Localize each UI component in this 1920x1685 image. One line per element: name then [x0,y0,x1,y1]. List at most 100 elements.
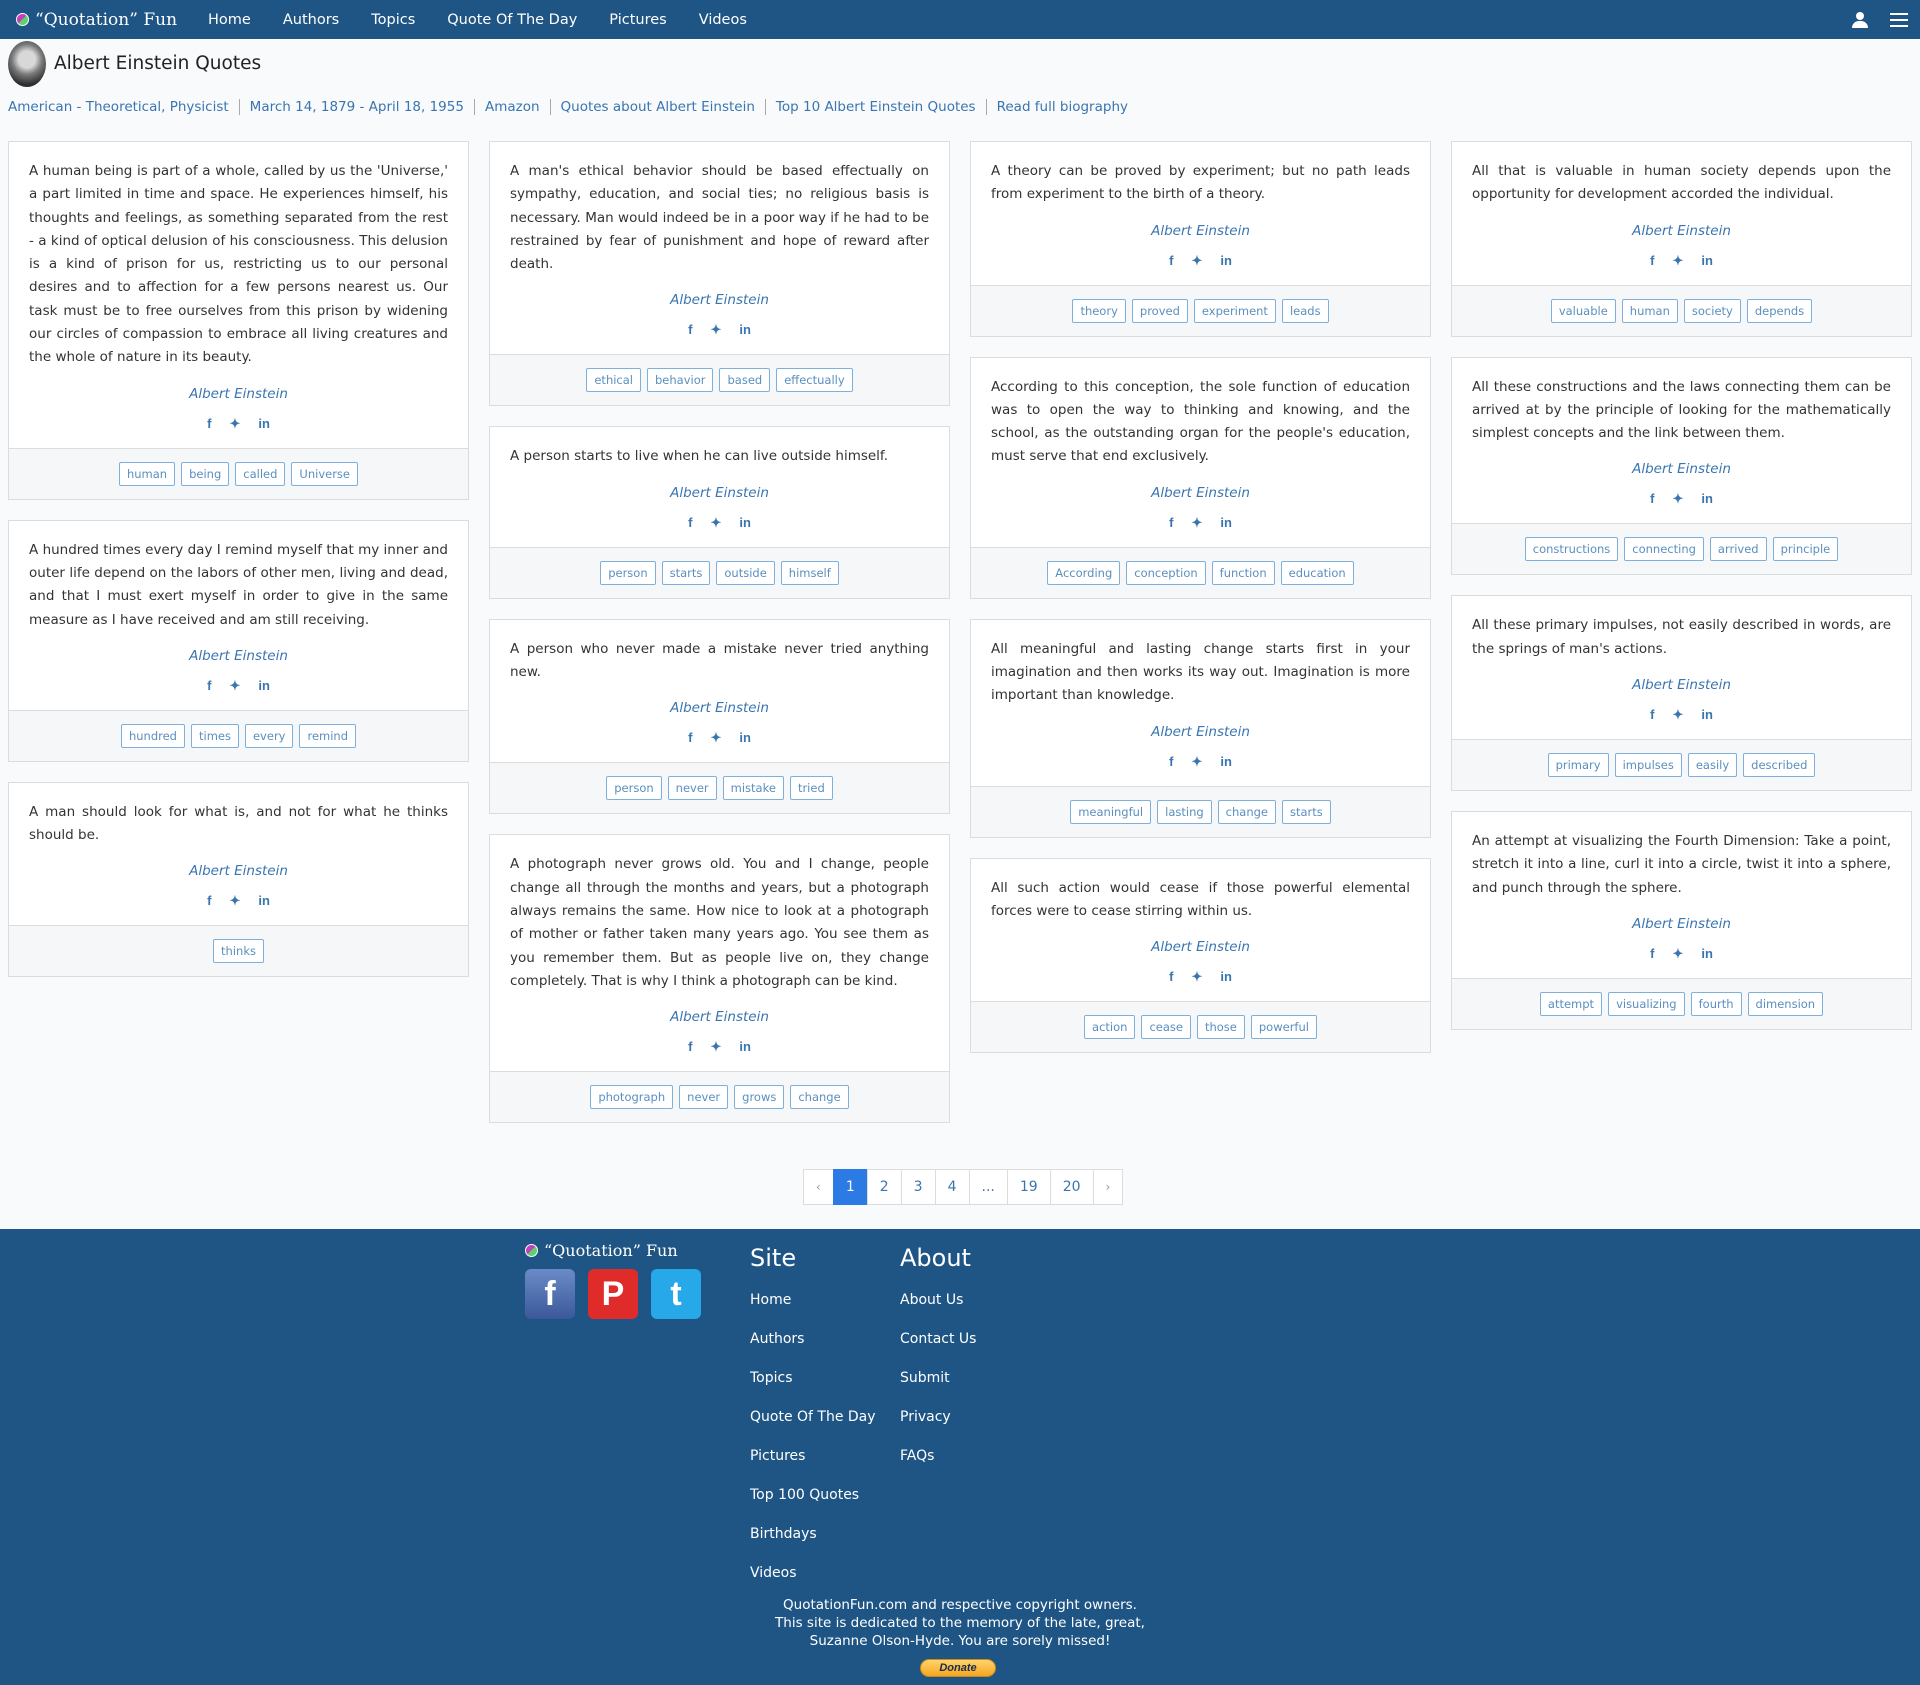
linkedin-icon[interactable]: in [739,515,751,531]
linkedin-icon[interactable]: in [258,416,270,432]
amazon-link[interactable]: Amazon [475,99,551,115]
tag[interactable]: powerful [1250,1015,1317,1040]
twitter-icon[interactable]: t [651,1269,701,1319]
quote-author[interactable]: Albert Einstein [29,863,448,879]
linkedin-icon[interactable]: in [1701,253,1713,269]
tag[interactable]: times [191,723,239,748]
twitter-icon[interactable]: ✦ [1191,754,1202,770]
pagination-page[interactable]: 19 [1006,1169,1051,1205]
footer-link[interactable]: Home [750,1290,876,1311]
quote-text[interactable]: A person who never made a mistake never … [510,638,929,685]
quote-text[interactable]: A person starts to live when he can live… [510,445,929,468]
tag[interactable]: arrived [1709,537,1767,562]
facebook-icon[interactable]: f [1650,253,1654,269]
linkedin-icon[interactable]: in [258,893,270,909]
tag[interactable]: change [790,1085,849,1110]
twitter-icon[interactable]: ✦ [710,515,721,531]
linkedin-icon[interactable]: in [258,678,270,694]
pagination-next[interactable]: › [1092,1169,1124,1205]
footer-link[interactable]: Birthdays [750,1524,876,1545]
tag[interactable]: easily [1687,753,1738,778]
tag[interactable]: being [181,461,230,486]
twitter-icon[interactable]: ✦ [710,1039,721,1055]
footer-link[interactable]: Videos [750,1563,876,1584]
top-10-link[interactable]: Top 10 Albert Einstein Quotes [766,99,987,115]
footer-link[interactable]: Topics [750,1368,876,1389]
linkedin-icon[interactable]: in [1220,253,1232,269]
footer-link[interactable]: Privacy [900,1407,976,1428]
quote-author[interactable]: Albert Einstein [510,1009,929,1025]
quote-author[interactable]: Albert Einstein [991,724,1410,740]
tag[interactable]: tried [789,776,833,801]
quote-text[interactable]: A human being is part of a whole, called… [29,160,448,370]
twitter-icon[interactable]: ✦ [229,893,240,909]
quote-author[interactable]: Albert Einstein [1472,461,1891,477]
quote-text[interactable]: All these constructions and the laws con… [1472,376,1891,446]
quote-author[interactable]: Albert Einstein [510,700,929,716]
footer-link[interactable]: Quote Of The Day [750,1407,876,1428]
twitter-icon[interactable]: ✦ [1191,969,1202,985]
tag[interactable]: starts [661,560,711,585]
tag[interactable]: outside [716,560,775,585]
quote-text[interactable]: A man's ethical behavior should be based… [510,160,929,276]
nav-authors[interactable]: Authors [283,12,339,28]
footer-logo[interactable]: “Quotation” Fun [525,1241,678,1260]
linkedin-icon[interactable]: in [739,322,751,338]
facebook-icon[interactable]: f [688,515,692,531]
facebook-icon[interactable]: f [1169,969,1173,985]
nav-home[interactable]: Home [208,12,251,28]
tag[interactable]: based [719,368,771,393]
tag[interactable]: lasting [1157,799,1212,824]
linkedin-icon[interactable]: in [1701,707,1713,723]
facebook-icon[interactable]: f [1169,253,1173,269]
pagination-page[interactable]: 4 [934,1169,970,1205]
tag[interactable]: thinks [213,939,264,964]
facebook-icon[interactable]: f [207,416,211,432]
site-logo[interactable]: “Quotation” Fun [16,10,177,30]
quote-text[interactable]: All that is valuable in human society de… [1472,160,1891,207]
twitter-icon[interactable]: ✦ [229,416,240,432]
quote-author[interactable]: Albert Einstein [991,939,1410,955]
tag[interactable]: action [1084,1015,1136,1040]
footer-link[interactable]: FAQs [900,1446,976,1467]
tag[interactable]: remind [299,723,357,748]
tag[interactable]: every [244,723,294,748]
quote-author[interactable]: Albert Einstein [1472,677,1891,693]
quote-text[interactable]: A man should look for what is, and not f… [29,801,448,848]
hamburger-menu-icon[interactable] [1890,12,1908,27]
quote-author[interactable]: Albert Einstein [991,223,1410,239]
tag[interactable]: described [1743,753,1816,778]
tag[interactable]: human [118,461,176,486]
tag[interactable]: Universe [291,461,358,486]
pagination-page[interactable]: 1 [832,1169,868,1205]
pinterest-icon[interactable]: P [588,1269,638,1319]
pagination-page[interactable]: 20 [1049,1169,1094,1205]
twitter-icon[interactable]: ✦ [710,730,721,746]
tag[interactable]: principle [1772,537,1839,562]
twitter-icon[interactable]: ✦ [1672,491,1683,507]
tag[interactable]: dimension [1747,991,1824,1016]
linkedin-icon[interactable]: in [1220,515,1232,531]
quote-text[interactable]: An attempt at visualizing the Fourth Dim… [1472,830,1891,900]
twitter-icon[interactable]: ✦ [710,322,721,338]
linkedin-icon[interactable]: in [1220,754,1232,770]
linkedin-icon[interactable]: in [1701,491,1713,507]
tag[interactable]: photograph [590,1085,674,1110]
quote-text[interactable]: All such action would cease if those pow… [991,877,1410,924]
pagination-page[interactable]: 2 [866,1169,902,1205]
author-nationality[interactable]: American - Theoretical, Physicist [8,99,240,115]
author-lifespan[interactable]: March 14, 1879 - April 18, 1955 [240,99,475,115]
quote-text[interactable]: A theory can be proved by experiment; bu… [991,160,1410,207]
nav-videos[interactable]: Videos [699,12,747,28]
quote-author[interactable]: Albert Einstein [991,485,1410,501]
twitter-icon[interactable]: ✦ [1191,515,1202,531]
twitter-icon[interactable]: ✦ [1672,253,1683,269]
quote-author[interactable]: Albert Einstein [29,648,448,664]
donate-button[interactable]: Donate [920,1659,996,1677]
twitter-icon[interactable]: ✦ [1191,253,1202,269]
tag[interactable]: leads [1281,298,1329,323]
tag[interactable]: effectually [776,368,853,393]
tag[interactable]: never [667,776,717,801]
tag[interactable]: primary [1547,753,1609,778]
tag[interactable]: impulses [1614,753,1682,778]
